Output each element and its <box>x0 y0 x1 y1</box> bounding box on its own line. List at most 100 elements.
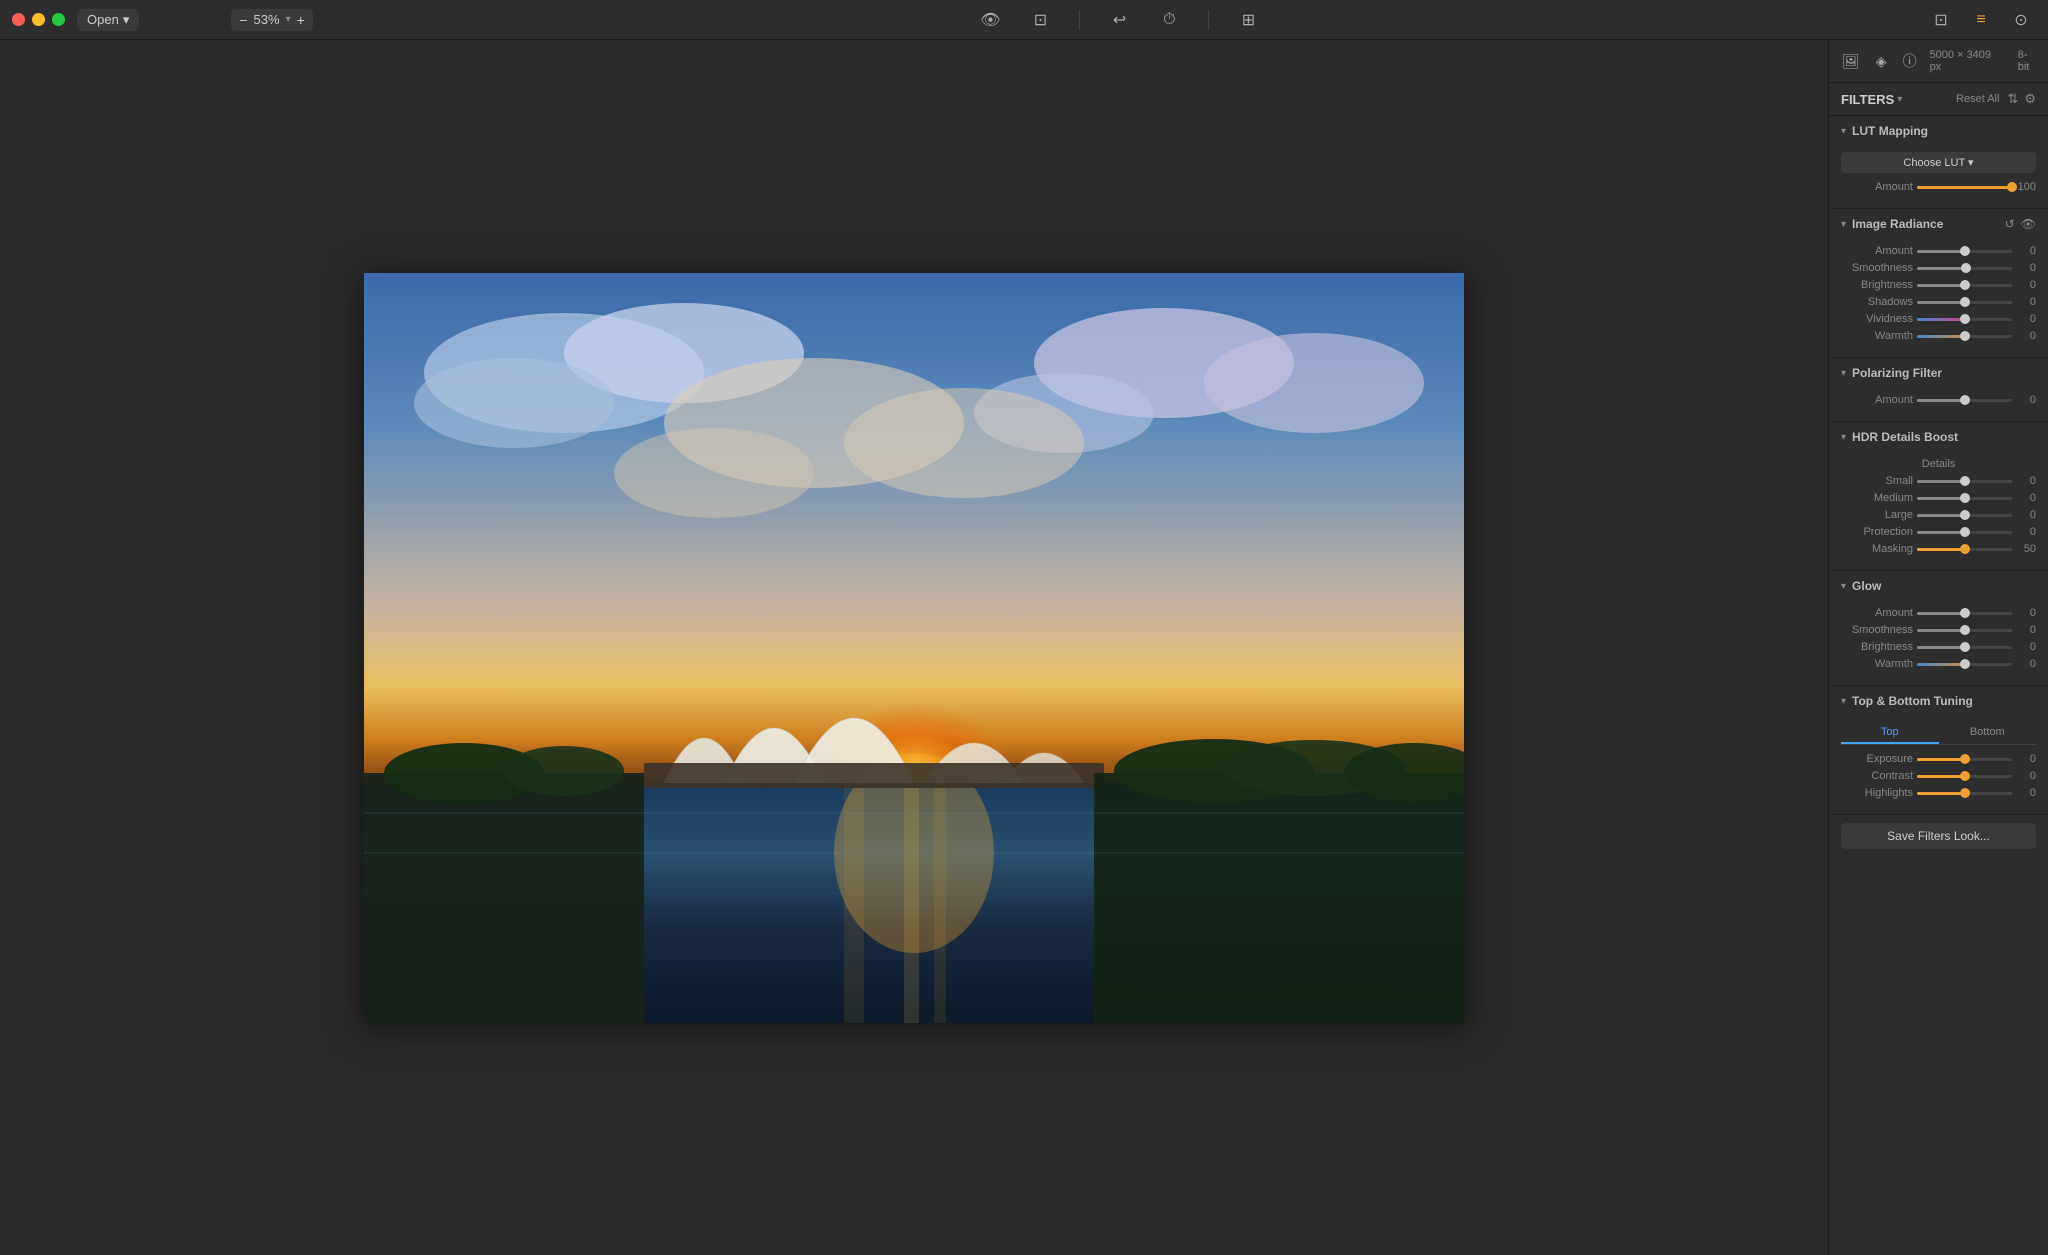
radiance-amount-row: Amount 0 <box>1841 245 2036 257</box>
polarizing-amount-label: Amount <box>1841 394 1913 406</box>
glow-amount-value: 0 <box>2016 607 2036 619</box>
hdr-large-label: Large <box>1841 509 1913 521</box>
polarizing-chevron: ▾ <box>1841 368 1846 379</box>
hdr-small-slider[interactable] <box>1917 480 2012 483</box>
top-bottom-body: Top Bottom Exposure 0 Contrast <box>1829 716 2048 814</box>
radiance-smoothness-slider[interactable] <box>1917 267 2012 270</box>
glow-amount-label: Amount <box>1841 607 1913 619</box>
lut-amount-value: 100 <box>2016 181 2036 193</box>
preview-icon[interactable]: 👁 <box>975 5 1005 35</box>
save-filters-button[interactable]: Save Filters Look... <box>1841 823 2036 849</box>
hdr-masking-row: Masking 50 <box>1841 543 2036 555</box>
undo-icon[interactable]: ↩ <box>1104 5 1134 35</box>
canvas-area[interactable] <box>0 40 1828 1255</box>
radiance-vividness-slider[interactable] <box>1917 318 2012 321</box>
hdr-protection-value: 0 <box>2016 526 2036 538</box>
radiance-visibility-icon[interactable]: 👁 <box>2021 217 2036 231</box>
glow-smoothness-label: Smoothness <box>1841 624 1913 636</box>
settings-icon[interactable]: ⚙ <box>2024 91 2036 107</box>
hdr-masking-slider[interactable] <box>1917 548 2012 551</box>
split-view-icon[interactable]: ⊡ <box>1025 5 1055 35</box>
glow-smoothness-row: Smoothness 0 <box>1841 624 2036 636</box>
filters-icon[interactable]: ≡ <box>1966 5 1996 35</box>
glow-brightness-slider[interactable] <box>1917 646 2012 649</box>
crop-icon[interactable]: ⊞ <box>1233 5 1263 35</box>
glow-amount-slider[interactable] <box>1917 612 2012 615</box>
radiance-shadows-slider[interactable] <box>1917 301 2012 304</box>
maximize-button[interactable] <box>52 13 65 26</box>
hdr-medium-label: Medium <box>1841 492 1913 504</box>
glow-smoothness-slider[interactable] <box>1917 629 2012 632</box>
radiance-actions: ↺ 👁 <box>2005 217 2036 231</box>
radiance-warmth-slider[interactable] <box>1917 335 2012 338</box>
glow-warmth-slider[interactable] <box>1917 663 2012 666</box>
top-bottom-tuning-section: ▾ Top & Bottom Tuning Top Bottom Exposur… <box>1829 686 2048 815</box>
polarizing-filter-body: Amount 0 <box>1829 388 2048 421</box>
choose-lut-dropdown[interactable]: Choose LUT ▾ <box>1841 152 2036 173</box>
lut-amount-slider[interactable] <box>1917 186 2012 189</box>
hdr-protection-slider[interactable] <box>1917 531 2012 534</box>
lut-mapping-header[interactable]: ▾ LUT Mapping <box>1829 116 2048 146</box>
radiance-reset-icon[interactable]: ↺ <box>2005 217 2015 231</box>
zoom-minus-button[interactable]: − <box>239 12 247 28</box>
layers-icon[interactable]: ◈ <box>1873 50 1890 73</box>
open-button[interactable]: Open ▾ <box>77 9 139 31</box>
info-icon[interactable]: ⊙ <box>2006 5 2036 35</box>
info-panel-icon[interactable]: ⓘ <box>1900 48 1920 74</box>
hdr-details-section: ▾ HDR Details Boost Details Small 0 Medi… <box>1829 422 2048 571</box>
tab-top[interactable]: Top <box>1841 722 1939 744</box>
reset-all-button[interactable]: Reset All <box>1956 93 1999 105</box>
radiance-shadows-label: Shadows <box>1841 296 1913 308</box>
hdr-details-header[interactable]: ▾ HDR Details Boost <box>1829 422 2048 452</box>
polarizing-filter-header[interactable]: ▾ Polarizing Filter <box>1829 358 2048 388</box>
image-radiance-body: Amount 0 Smoothness 0 <box>1829 239 2048 357</box>
glow-warmth-label: Warmth <box>1841 658 1913 670</box>
sort-icon[interactable]: ⇅ <box>2007 91 2018 107</box>
hdr-small-row: Small 0 <box>1841 475 2036 487</box>
compare-icon[interactable]: ⊡ <box>1926 5 1956 35</box>
hdr-medium-slider[interactable] <box>1917 497 2012 500</box>
hdr-medium-value: 0 <box>2016 492 2036 504</box>
lut-mapping-body: Choose LUT ▾ Amount 100 <box>1829 146 2048 208</box>
radiance-amount-slider[interactable] <box>1917 250 2012 253</box>
radiance-vividness-value: 0 <box>2016 313 2036 325</box>
hdr-details-body: Details Small 0 Medium <box>1829 452 2048 570</box>
radiance-brightness-slider[interactable] <box>1917 284 2012 287</box>
hdr-large-value: 0 <box>2016 509 2036 521</box>
zoom-level: 53% <box>254 12 280 27</box>
image-dimensions: 5000 × 3409 px <box>1930 49 2002 73</box>
lut-amount-row: Amount 100 <box>1841 181 2036 193</box>
glow-title: Glow <box>1852 579 1881 593</box>
polarizing-title: Polarizing Filter <box>1852 366 1942 380</box>
topbottom-exposure-slider[interactable] <box>1917 758 2012 761</box>
hdr-small-value: 0 <box>2016 475 2036 487</box>
history-icon[interactable]: ⏱ <box>1154 5 1184 35</box>
toolbar-divider-1 <box>1079 10 1080 30</box>
tab-bottom[interactable]: Bottom <box>1939 722 2037 744</box>
zoom-plus-button[interactable]: + <box>297 12 305 28</box>
hdr-chevron: ▾ <box>1841 432 1846 443</box>
topbottom-contrast-slider[interactable] <box>1917 775 2012 778</box>
glow-chevron: ▾ <box>1841 581 1846 592</box>
topbottom-contrast-row: Contrast 0 <box>1841 770 2036 782</box>
image-icon[interactable]: 🖼 <box>1839 50 1863 73</box>
radiance-shadows-row: Shadows 0 <box>1841 296 2036 308</box>
polarizing-amount-slider[interactable] <box>1917 399 2012 402</box>
topbottom-highlights-slider[interactable] <box>1917 792 2012 795</box>
top-bottom-tabs: Top Bottom <box>1841 722 2036 745</box>
image-canvas <box>364 273 1464 1023</box>
hdr-large-slider[interactable] <box>1917 514 2012 517</box>
polarizing-filter-section: ▾ Polarizing Filter Amount 0 <box>1829 358 2048 422</box>
glow-header[interactable]: ▾ Glow <box>1829 571 2048 601</box>
image-radiance-header[interactable]: ▾ Image Radiance ↺ 👁 <box>1829 209 2048 239</box>
topbottom-contrast-label: Contrast <box>1841 770 1913 782</box>
topbottom-contrast-value: 0 <box>2016 770 2036 782</box>
topbottom-exposure-label: Exposure <box>1841 753 1913 765</box>
image-container <box>364 273 1464 1023</box>
radiance-smoothness-label: Smoothness <box>1841 262 1913 274</box>
radiance-vividness-row: Vividness 0 <box>1841 313 2036 325</box>
minimize-button[interactable] <box>32 13 45 26</box>
radiance-title: Image Radiance <box>1852 217 1943 231</box>
close-button[interactable] <box>12 13 25 26</box>
top-bottom-header[interactable]: ▾ Top & Bottom Tuning <box>1829 686 2048 716</box>
